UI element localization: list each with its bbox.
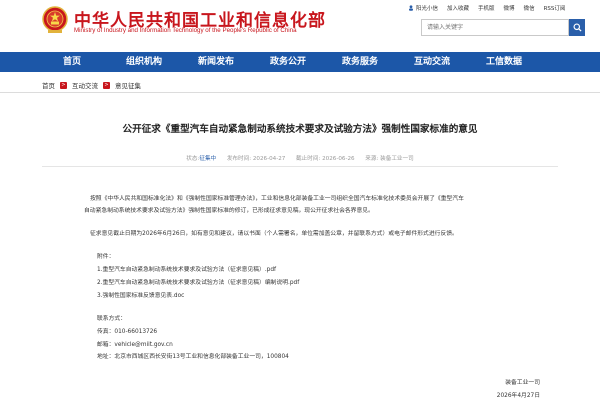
status-badge: 征集中 bbox=[199, 156, 217, 162]
national-emblem-icon[interactable] bbox=[42, 6, 68, 34]
department-label: 来源: bbox=[365, 156, 379, 162]
search-button[interactable] bbox=[569, 19, 585, 36]
address-line: 地址：北京市西城区西长安街13号工业和信息化部装备工业一司，100804 bbox=[97, 353, 289, 361]
email-link[interactable]: vehicle@miit.gov.cn bbox=[114, 342, 172, 348]
attachments-label: 附件： bbox=[97, 254, 115, 260]
article-meta: 状态:征集中 发布时间: 2026-04-27 截止时间: 2026-06-26… bbox=[0, 154, 600, 162]
signature-date: 2026年4月27日 bbox=[496, 393, 540, 399]
top-links: 阳光小信 加入收藏 手机版 微博 微信 RSS订阅 bbox=[408, 4, 565, 12]
email-label: 邮箱： bbox=[97, 342, 115, 348]
attachment-link-3[interactable]: 3.强制性国家标准反馈意见表.doc bbox=[97, 292, 184, 300]
top-link-mobile[interactable]: 手机版 bbox=[478, 4, 495, 12]
breadcrumb-home[interactable]: 首页 bbox=[42, 80, 55, 90]
end-date-label: 截止时间: bbox=[296, 156, 321, 162]
top-link-sunshine[interactable]: 阳光小信 bbox=[408, 4, 438, 12]
nav-item-organization[interactable]: 组织机构 bbox=[108, 52, 180, 72]
department: 装备工业一司 bbox=[380, 156, 414, 162]
email-line: 邮箱：vehicle@miit.gov.cn bbox=[97, 341, 173, 349]
end-date: 2026-06-26 bbox=[322, 156, 355, 162]
divider bbox=[42, 166, 558, 167]
search-input[interactable] bbox=[421, 19, 569, 36]
body-paragraph-2: 征求意见截止日期为2026年6月26日，如有意见和建议，请以书面（个人需署名，单… bbox=[90, 231, 458, 237]
top-link-weibo[interactable]: 微博 bbox=[504, 4, 515, 12]
address: 北京市西城区西长安街13号工业和信息化部装备工业一司，100804 bbox=[114, 354, 289, 360]
breadcrumb-interaction[interactable]: 互动交流 bbox=[72, 80, 98, 90]
nav-item-news[interactable]: 新闻发布 bbox=[180, 52, 252, 72]
body-paragraph-1-cont: 自动紧急制动系统技术要求及试验方法》强制性国家标准的修订，已形成征求意见稿，现公… bbox=[84, 208, 374, 214]
status-label: 状态: bbox=[186, 156, 200, 162]
chevron-right-icon: > bbox=[103, 81, 110, 89]
body-paragraph-1: 按照《中华人民共和国标准化法》和《强制性国家标准管理办法》，工业和信息化部装备工… bbox=[90, 196, 464, 202]
divider bbox=[0, 92, 600, 93]
search-icon bbox=[572, 23, 582, 32]
site-header: 中华人民共和国工业和信息化部 Ministry of Industry and … bbox=[0, 0, 600, 48]
person-icon bbox=[409, 5, 413, 11]
breadcrumb: 首页 > 互动交流 > 意见征集 bbox=[42, 80, 141, 90]
fax-number: 010-66013726 bbox=[114, 329, 158, 335]
signature-department: 装备工业一司 bbox=[505, 380, 540, 386]
search-box bbox=[421, 19, 585, 36]
nav-item-interaction[interactable]: 互动交流 bbox=[396, 52, 468, 72]
main-nav: 首页 组织机构 新闻发布 政务公开 政务服务 互动交流 工信数据 bbox=[0, 52, 600, 72]
fax-label: 传真： bbox=[97, 329, 115, 335]
top-link-rss[interactable]: RSS订阅 bbox=[544, 4, 566, 12]
attachment-link-1[interactable]: 1.重型汽车自动紧急制动系统技术要求及试验方法（征求意见稿）.pdf bbox=[97, 266, 276, 274]
fax-line: 传真：010-66013726 bbox=[97, 328, 157, 336]
attachment-link-2[interactable]: 2.重型汽车自动紧急制动系统技术要求及试验方法（征求意见稿）编制说明.pdf bbox=[97, 279, 299, 287]
site-subtitle: Ministry of Industry and Information Tec… bbox=[74, 27, 297, 34]
top-link-favorite[interactable]: 加入收藏 bbox=[447, 4, 469, 12]
contact-label: 联系方式： bbox=[97, 316, 126, 322]
nav-item-data[interactable]: 工信数据 bbox=[468, 52, 540, 72]
top-link-wechat[interactable]: 微信 bbox=[524, 4, 535, 12]
nav-item-government-services[interactable]: 政务服务 bbox=[324, 52, 396, 72]
start-date-label: 发布时间: bbox=[226, 156, 252, 162]
nav-item-government-affairs[interactable]: 政务公开 bbox=[252, 52, 324, 72]
start-date: 2026-04-27 bbox=[252, 156, 286, 162]
breadcrumb-opinion-collection[interactable]: 意见征集 bbox=[115, 80, 141, 90]
chevron-right-icon: > bbox=[60, 81, 67, 89]
nav-item-home[interactable]: 首页 bbox=[36, 52, 108, 72]
article-title: 公开征求《重型汽车自动紧急制动系统技术要求及试验方法》强制性国家标准的意见 bbox=[122, 124, 478, 135]
address-label: 地址： bbox=[97, 354, 115, 360]
